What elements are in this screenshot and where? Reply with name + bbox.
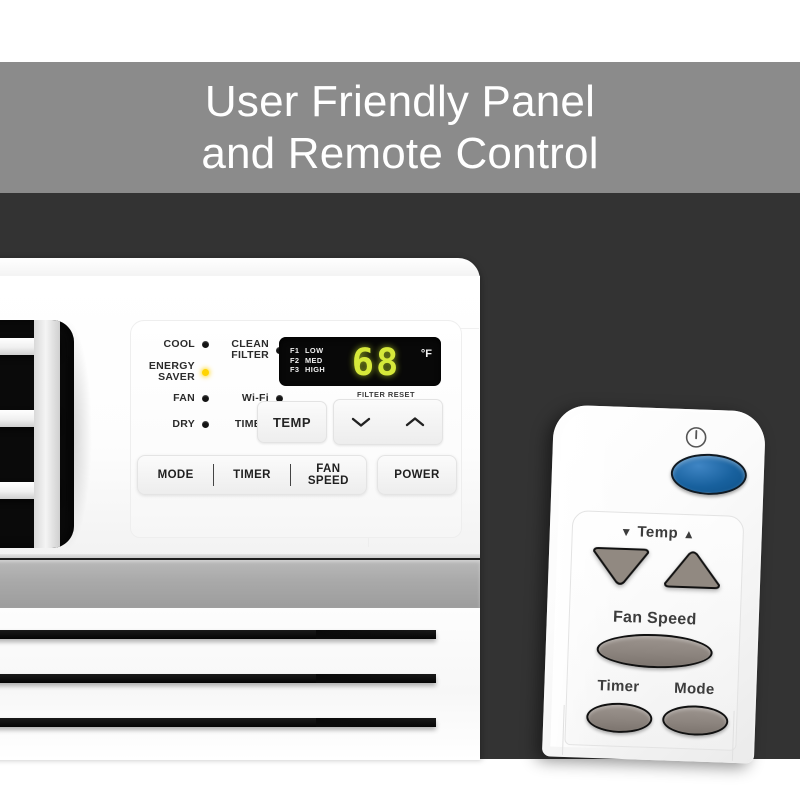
remote-power-button[interactable] bbox=[670, 452, 748, 497]
indicator-fan: FAN bbox=[145, 393, 209, 404]
remote-mode-label: Mode bbox=[673, 679, 715, 699]
fan-speed-button[interactable]: FAN SPEED bbox=[291, 456, 366, 494]
led-fan-icon bbox=[202, 395, 209, 402]
led-dry-icon bbox=[202, 421, 209, 428]
remote-temp-up-button[interactable] bbox=[661, 548, 724, 590]
grille-slot-fade bbox=[316, 674, 436, 683]
temperature-unit: °F bbox=[420, 348, 432, 360]
vent-vertical-vane bbox=[34, 320, 60, 548]
grille-slot bbox=[0, 674, 436, 683]
power-button[interactable]: POWER bbox=[377, 455, 457, 495]
top-white-band bbox=[0, 0, 800, 62]
triangle-down-icon: ▼ bbox=[620, 524, 633, 540]
remote-temp-down-button[interactable] bbox=[589, 546, 652, 588]
remote-control: ▼ Temp ▲ Fan Speed Timer Mode bbox=[541, 404, 767, 764]
temp-arrow-pad bbox=[333, 399, 443, 445]
remote-fan-speed-label: Fan Speed bbox=[612, 608, 697, 629]
indicator-clean-filter: CLEAN FILTER bbox=[215, 339, 283, 361]
fan-speed-name: LOW bbox=[305, 346, 324, 355]
remote-mode-button[interactable] bbox=[661, 704, 729, 737]
fan-code-row: F2 MED bbox=[290, 355, 323, 366]
remote-fan-speed-button[interactable] bbox=[596, 632, 714, 671]
triangle-up-icon: ▲ bbox=[682, 526, 696, 542]
fan-code: F1 bbox=[290, 346, 300, 355]
headline-line-1: User Friendly Panel bbox=[204, 77, 596, 126]
indicator-cool: COOL bbox=[145, 339, 209, 350]
headline-line-2: and Remote Control bbox=[201, 129, 599, 178]
temp-down-button[interactable] bbox=[334, 400, 388, 444]
fan-speed-name: HIGH bbox=[305, 365, 326, 375]
grille-slot bbox=[0, 718, 436, 727]
filter-reset-label: FILTER RESET bbox=[356, 390, 415, 399]
led-cool-icon bbox=[202, 341, 209, 348]
indicator-label: COOL bbox=[163, 338, 195, 350]
fan-code-row: F1 LOW bbox=[290, 346, 324, 356]
temperature-controls: TEMP bbox=[257, 399, 443, 445]
indicator-dry: DRY bbox=[145, 419, 209, 430]
remote-keypad: ▼ Temp ▲ Fan Speed Timer Mode bbox=[564, 510, 745, 751]
chevron-down-icon bbox=[351, 417, 371, 427]
product-feature-image: User Friendly Panel and Remote Control C… bbox=[0, 0, 800, 800]
headline: User Friendly Panel and Remote Control bbox=[0, 63, 800, 193]
control-panel: COOL ENERGY SAVER FAN DRY CLEAN FILTER W… bbox=[130, 320, 462, 538]
indicator-label: FAN bbox=[173, 392, 195, 404]
grille-slot-fade bbox=[316, 630, 436, 639]
indicator-energy-saver: ENERGY SAVER bbox=[137, 361, 209, 383]
fan-code-row: F3 HIGH bbox=[290, 365, 326, 375]
triangle-up-icon bbox=[664, 551, 721, 590]
indicator-label: CLEAN FILTER bbox=[231, 338, 269, 361]
timer-button[interactable]: TIMER bbox=[214, 456, 289, 494]
air-conditioner-unit: COOL ENERGY SAVER FAN DRY CLEAN FILTER W… bbox=[0, 258, 480, 760]
temperature-display: F1 LOW F2 MED F3 HIGH 68 °F bbox=[279, 337, 441, 386]
fan-speed-name: MED bbox=[305, 355, 323, 365]
fan-speed-legend: F1 LOW F2 MED F3 HIGH bbox=[290, 346, 326, 375]
ac-silver-divider bbox=[0, 558, 480, 610]
air-vent-louvers bbox=[0, 320, 74, 548]
grille-slot bbox=[0, 630, 436, 639]
fan-code: F3 bbox=[290, 365, 300, 375]
triangle-down-icon bbox=[593, 547, 650, 585]
ac-lower-grille bbox=[0, 608, 480, 760]
remote-timer-button[interactable] bbox=[585, 701, 653, 735]
temp-button[interactable]: TEMP bbox=[257, 401, 327, 443]
temp-text: Temp bbox=[637, 523, 679, 542]
fan-code: F2 bbox=[290, 355, 300, 365]
indicator-label: ENERGY SAVER bbox=[148, 360, 195, 383]
power-icon bbox=[684, 425, 709, 450]
grille-slot-fade bbox=[316, 718, 436, 727]
temp-up-button[interactable] bbox=[388, 400, 442, 444]
led-energy-saver-icon bbox=[202, 368, 209, 376]
temperature-value: 68 bbox=[351, 340, 401, 384]
chevron-up-icon bbox=[405, 417, 425, 427]
remote-timer-label: Timer bbox=[597, 677, 640, 696]
mode-button[interactable]: MODE bbox=[138, 456, 213, 494]
function-button-bar: MODE TIMER FAN SPEED bbox=[137, 455, 367, 495]
remote-temp-label: ▼ Temp ▲ bbox=[573, 521, 743, 544]
bottom-white-band bbox=[0, 759, 800, 800]
indicator-label: DRY bbox=[172, 418, 195, 430]
